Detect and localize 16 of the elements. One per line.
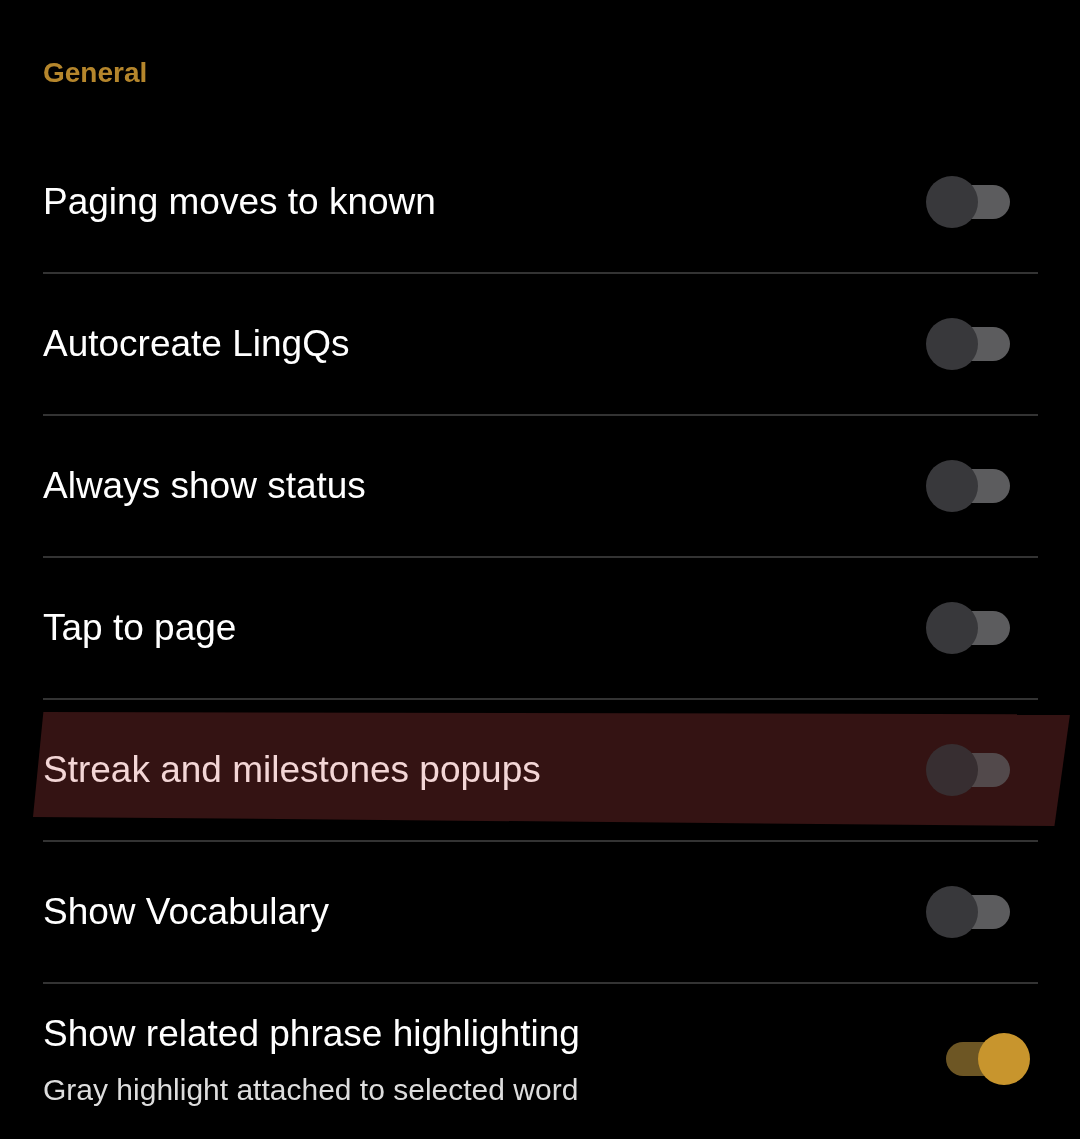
setting-title: Autocreate LingQs (43, 322, 350, 367)
setting-title: Show related phrase highlighting (43, 1011, 580, 1056)
setting-description: Gray highlight attached to selected word (43, 1072, 580, 1109)
setting-title: Always show status (43, 464, 366, 509)
toggle-switch[interactable] (926, 602, 1010, 654)
toggle-switch[interactable] (926, 460, 1010, 512)
toggle-switch[interactable] (926, 744, 1010, 796)
setting-title: Show Vocabulary (43, 890, 329, 935)
setting-title: Tap to page (43, 606, 237, 651)
toggle-switch[interactable] (926, 886, 1010, 938)
toggle-switch[interactable] (926, 176, 1010, 228)
toggle-switch[interactable] (946, 1033, 1030, 1085)
setting-title: Paging moves to known (43, 180, 436, 225)
section-heading: General (43, 56, 149, 90)
setting-title: Streak and milestones popups (43, 748, 541, 793)
toggle-switch[interactable] (926, 318, 1010, 370)
